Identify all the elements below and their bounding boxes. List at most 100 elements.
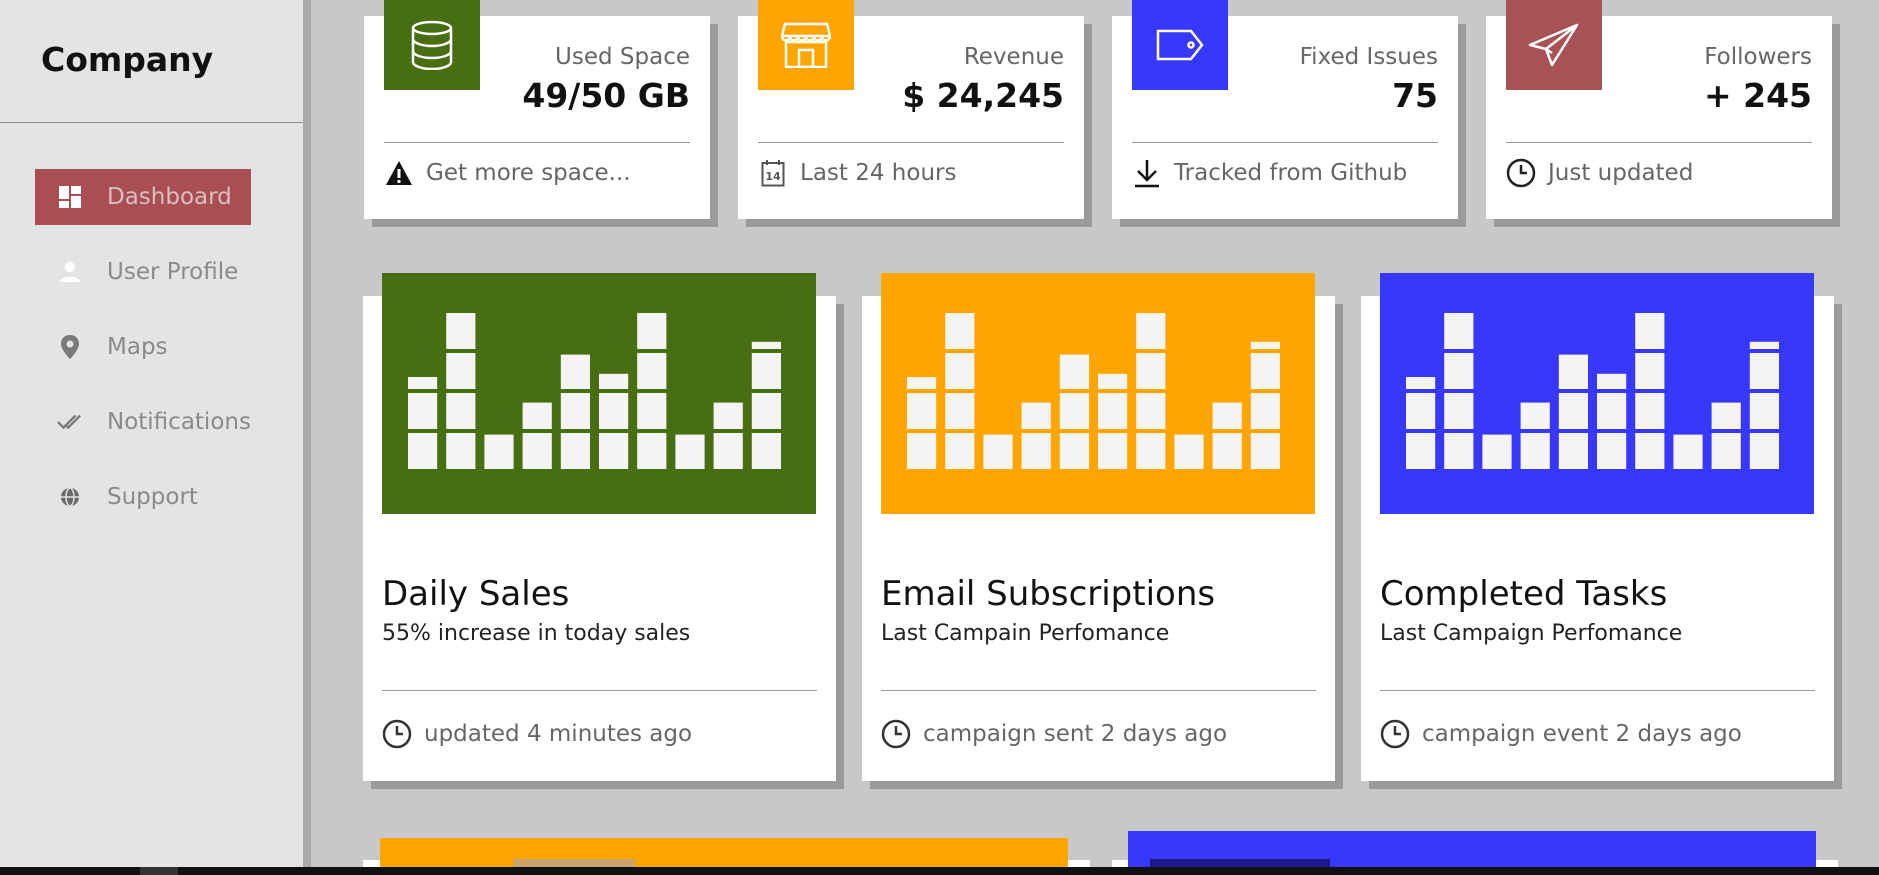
- sidebar-item-label: Dashboard: [107, 184, 232, 210]
- sidebar-item-dashboard[interactable]: Dashboard: [35, 169, 251, 225]
- bar-3: [1021, 402, 1051, 469]
- clock-icon: [1506, 158, 1536, 188]
- bar-8: [1212, 402, 1242, 469]
- bar-8: [1711, 402, 1741, 469]
- sidebar-item-user-profile[interactable]: User Profile: [35, 244, 251, 300]
- bar-7: [1174, 434, 1204, 469]
- bar-6: [1635, 313, 1665, 469]
- bar-segment: [1711, 433, 1741, 469]
- double-check-icon: [57, 409, 83, 435]
- bar-segment: [1635, 353, 1665, 389]
- stat-value: 75: [1392, 76, 1438, 115]
- bar-1: [1444, 313, 1474, 469]
- bar-segment: [522, 433, 552, 469]
- bar-segment: [1406, 377, 1436, 389]
- bar-segment: [945, 313, 975, 349]
- sidebar-item-support[interactable]: Support: [35, 469, 251, 525]
- bar-segment: [522, 402, 552, 429]
- stat-footer-text[interactable]: Get more space...: [426, 160, 631, 186]
- bar-segment: [1136, 393, 1166, 429]
- bar-segment: [1482, 434, 1512, 469]
- stat-footer[interactable]: Get more space...: [384, 158, 631, 188]
- taskbar-item[interactable]: [140, 867, 178, 875]
- bar-segment: [1136, 313, 1166, 349]
- brand-name: Company: [0, 0, 303, 123]
- sidebar-item-label: User Profile: [107, 259, 239, 285]
- bar-segment: [1597, 393, 1627, 429]
- bar-9: [1749, 341, 1779, 469]
- bar-4: [1558, 354, 1588, 469]
- card-footer: campaign sent 2 days ago: [881, 719, 1227, 749]
- bar-segment: [599, 393, 629, 429]
- bar-segment: [1749, 393, 1779, 429]
- bar-chart-completed-tasks: [1406, 313, 1779, 469]
- bar-8: [713, 402, 743, 469]
- stat-category: Used Space: [555, 44, 690, 70]
- bar-2: [484, 434, 514, 469]
- bar-segment: [1098, 433, 1128, 469]
- bar-segment: [408, 377, 438, 389]
- card-footer-text: updated 4 minutes ago: [424, 721, 693, 747]
- bar-segment: [446, 433, 476, 469]
- chart-plot-completed-tasks: [1380, 273, 1814, 514]
- paper-plane-icon: [1506, 0, 1602, 90]
- sidebar-item-label: Maps: [107, 334, 168, 360]
- bar-segment: [1749, 341, 1779, 349]
- bar-0: [1406, 377, 1436, 469]
- stat-category: Followers: [1704, 44, 1812, 70]
- bar-segment: [1250, 353, 1280, 389]
- bar-segment: [1520, 402, 1550, 429]
- bar-segment: [1250, 393, 1280, 429]
- bar-segment: [1250, 433, 1280, 469]
- stat-category: Fixed Issues: [1299, 44, 1438, 70]
- stat-footer-text: Last 24 hours: [800, 160, 957, 186]
- download-icon: [1132, 158, 1162, 188]
- bar-segment: [637, 393, 667, 429]
- stat-card-followers: Followers + 245 Just updated: [1486, 0, 1832, 219]
- chart-card-daily-sales: Daily Sales 55% increase in today sales …: [363, 273, 836, 781]
- bar-segment: [983, 434, 1013, 469]
- bar-segment: [560, 393, 590, 429]
- bar-segment: [751, 393, 781, 429]
- warning-icon: [384, 158, 414, 188]
- clock-icon: [881, 719, 911, 749]
- card-title: Completed Tasks: [1380, 574, 1668, 614]
- bar-segment: [713, 402, 743, 429]
- sidebar: Company Dashboard User Profile Maps Noti…: [0, 0, 311, 867]
- bar-segment: [637, 433, 667, 469]
- bar-segment: [1136, 433, 1166, 469]
- stat-value: $ 24,245: [902, 76, 1064, 115]
- location-pin-icon: [57, 334, 83, 360]
- bottom-card-left-header: [380, 838, 1068, 867]
- bar-segment: [1635, 393, 1665, 429]
- bar-segment: [1212, 433, 1242, 469]
- sidebar-item-maps[interactable]: Maps: [35, 319, 251, 375]
- stat-footer: Tracked from Github: [1132, 158, 1407, 188]
- bar-1: [945, 313, 975, 469]
- divider: [382, 690, 817, 691]
- bar-segment: [1250, 341, 1280, 349]
- bar-5: [1098, 373, 1128, 469]
- stat-card-fixed-issues: Fixed Issues 75 Tracked from Github: [1112, 0, 1458, 219]
- bar-segment: [446, 393, 476, 429]
- stat-value: + 245: [1703, 76, 1812, 115]
- bar-2: [1482, 434, 1512, 469]
- bar-segment: [560, 433, 590, 469]
- bar-4: [560, 354, 590, 469]
- stat-footer: 14 Last 24 hours: [758, 158, 956, 188]
- bar-segment: [1749, 433, 1779, 469]
- bar-7: [675, 434, 705, 469]
- bar-segment: [408, 433, 438, 469]
- bar-segment: [1021, 433, 1051, 469]
- bar-1: [446, 313, 476, 469]
- bar-segment: [1059, 433, 1089, 469]
- bar-segment: [1444, 393, 1474, 429]
- person-icon: [57, 259, 83, 285]
- bottom-card-right-heading: [1150, 859, 1330, 867]
- dashboard-icon: [57, 184, 83, 210]
- bar-segment: [599, 433, 629, 469]
- sidebar-item-notifications[interactable]: Notifications: [35, 394, 251, 450]
- bar-segment: [907, 393, 937, 429]
- bar-segment: [1749, 353, 1779, 389]
- bottom-card-left-tab: [513, 859, 635, 867]
